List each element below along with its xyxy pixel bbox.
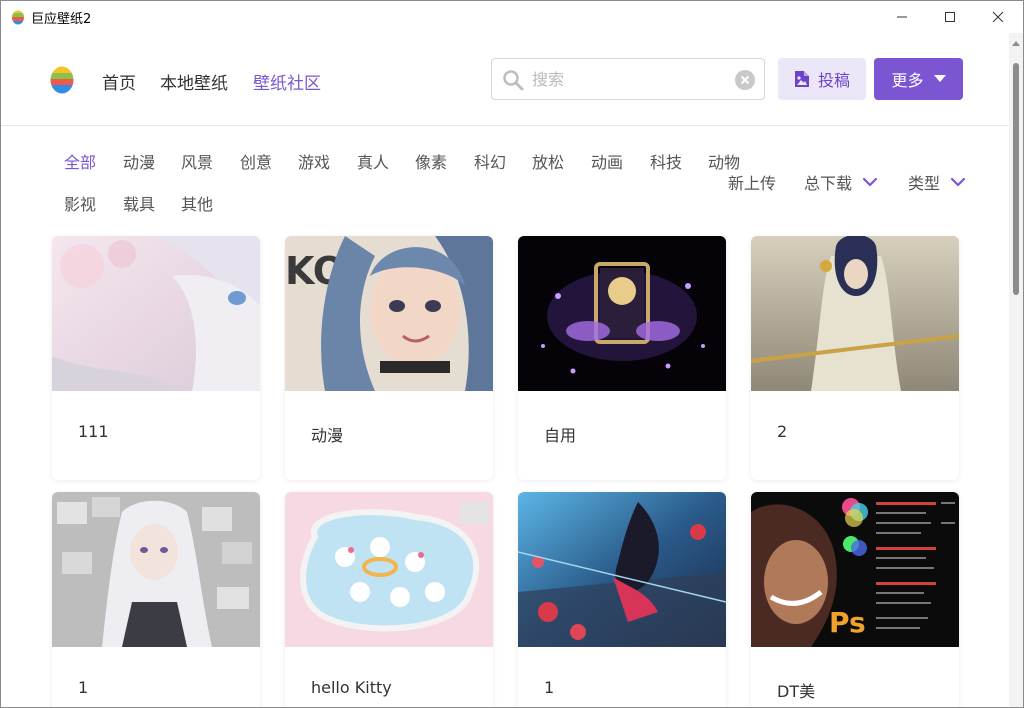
card-title: 2 — [777, 422, 788, 441]
anime-girl-action-icon — [518, 492, 726, 647]
app-logo-icon[interactable] — [49, 64, 75, 94]
vertical-scrollbar[interactable] — [1009, 33, 1023, 707]
category-pixel[interactable]: 像素 — [415, 149, 447, 173]
wallpaper-card[interactable]: Ps DT美 — [751, 492, 959, 707]
category-anime[interactable]: 动漫 — [123, 149, 155, 173]
category-film[interactable]: 影视 — [64, 191, 96, 215]
upload-label: 投稿 — [817, 71, 850, 90]
sort-newest[interactable]: 新上传 — [728, 170, 776, 194]
category-other[interactable]: 其他 — [181, 191, 213, 215]
caret-down-icon — [933, 75, 946, 82]
wallpaper-card[interactable]: 2 — [751, 236, 959, 480]
type-filter-dropdown[interactable]: 类型 — [908, 170, 966, 194]
type-filter-label: 类型 — [908, 174, 941, 193]
wallpaper-card[interactable]: 111 — [52, 236, 260, 480]
nav-home[interactable]: 首页 — [102, 69, 136, 94]
category-all[interactable]: 全部 — [64, 149, 96, 173]
scrollbar-thumb[interactable] — [1013, 63, 1019, 295]
category-animation[interactable]: 动画 — [591, 149, 623, 173]
card-title: 动漫 — [311, 426, 344, 445]
sort-downloads-label: 总下载 — [804, 174, 853, 193]
warrior-woman-spear-icon — [751, 236, 959, 391]
maximize-icon — [945, 12, 955, 22]
upload-image-icon — [794, 71, 809, 87]
anime-girl-blue-hair-icon: KO — [285, 236, 493, 391]
card-title: 1 — [544, 678, 555, 697]
sort-downloads-dropdown[interactable]: 总下载 — [804, 170, 878, 194]
photoshop-woman-icon: Ps — [751, 492, 959, 647]
minimize-icon — [897, 16, 907, 18]
card-title: DT美 — [777, 682, 816, 701]
window-title: 巨应壁纸2 — [31, 12, 92, 27]
card-title: 1 — [78, 678, 89, 697]
clear-icon — [740, 75, 750, 85]
wallpaper-card[interactable]: 自用 — [518, 236, 726, 480]
app-window: 巨应壁纸2 首页 本地壁纸 壁纸社区 搜索 投稿 更多 全部 动漫 风景 创意 … — [0, 0, 1024, 708]
close-icon — [992, 11, 1004, 23]
app-header: 首页 本地壁纸 壁纸社区 投稿 — [1, 33, 1009, 126]
wallpaper-card[interactable]: 1 — [52, 492, 260, 707]
hello-kitty-pool-icon — [285, 492, 493, 647]
app-logo-icon — [12, 10, 24, 25]
clear-search-button[interactable] — [735, 70, 755, 90]
search-icon[interactable] — [502, 69, 524, 91]
purple-frame-portrait-icon — [518, 236, 726, 391]
svg-text:Ps: Ps — [829, 606, 866, 639]
upload-button[interactable]: 投稿 — [778, 58, 866, 100]
more-button[interactable]: 更多 — [874, 58, 963, 100]
search-input[interactable] — [532, 67, 722, 91]
card-title: 自用 — [544, 426, 577, 445]
anime-girl-white-hair-icon — [52, 236, 260, 391]
category-vehicles[interactable]: 载具 — [123, 191, 155, 215]
more-label: 更多 — [891, 71, 924, 90]
minimize-button[interactable] — [879, 1, 925, 33]
nav-wallpaper-community[interactable]: 壁纸社区 — [253, 69, 321, 94]
category-scifi[interactable]: 科幻 — [474, 149, 506, 173]
category-scenery[interactable]: 风景 — [181, 149, 213, 173]
close-button[interactable] — [975, 1, 1021, 33]
category-real-people[interactable]: 真人 — [357, 149, 389, 173]
category-games[interactable]: 游戏 — [298, 149, 330, 173]
search-box — [491, 58, 765, 100]
category-relax[interactable]: 放松 — [532, 149, 564, 173]
white-hair-girl-papers-icon — [52, 492, 260, 647]
card-title: 111 — [78, 422, 109, 441]
category-creative[interactable]: 创意 — [240, 149, 272, 173]
scroll-up-arrow-icon[interactable] — [1012, 41, 1020, 46]
title-bar: 巨应壁纸2 — [1, 1, 1023, 33]
chevron-down-icon — [950, 177, 966, 187]
category-tech[interactable]: 科技 — [650, 149, 682, 173]
maximize-button[interactable] — [927, 1, 973, 33]
wallpaper-card[interactable]: hello Kitty — [285, 492, 493, 707]
wallpaper-card[interactable]: 1 — [518, 492, 726, 707]
chevron-down-icon — [862, 177, 878, 187]
wallpaper-card[interactable]: KO 动漫 — [285, 236, 493, 480]
card-title: hello Kitty — [311, 678, 392, 697]
nav-local-wallpapers[interactable]: 本地壁纸 — [160, 69, 228, 94]
